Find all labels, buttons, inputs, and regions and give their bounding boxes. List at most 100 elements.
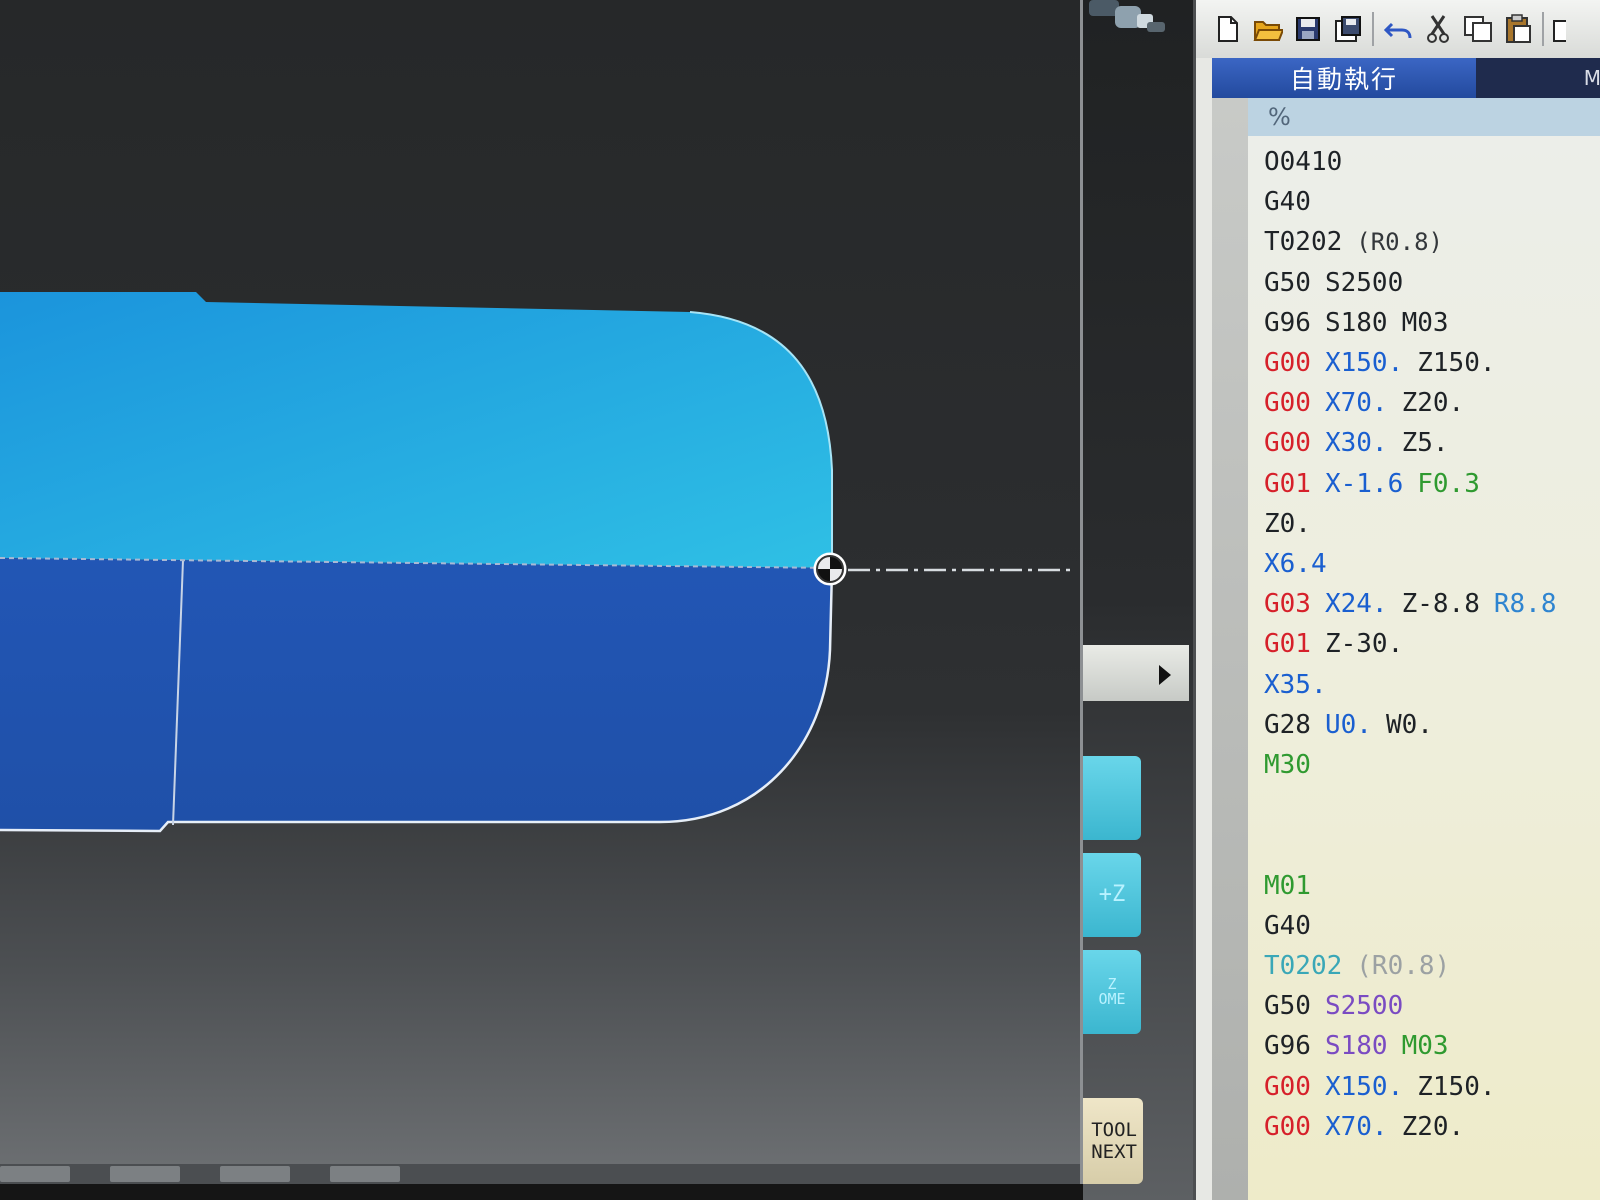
code-token: O0410 (1264, 147, 1343, 177)
code-token: G00 (1264, 1111, 1311, 1142)
code-line[interactable]: G00 X150. Z150. (1248, 343, 1600, 383)
code-line[interactable]: G96 S180 M03 (1248, 303, 1600, 343)
save-as-icon[interactable] (1332, 13, 1364, 45)
code-token: R8.8 (1493, 589, 1557, 620)
code-line[interactable]: G50 S2500 (1248, 986, 1600, 1026)
extra-icon[interactable] (1552, 13, 1566, 45)
code-token: G00 (1264, 388, 1311, 419)
tab-m-label[interactable]: M (1584, 66, 1600, 90)
code-line[interactable]: X6.4 (1248, 544, 1600, 584)
undo-icon[interactable] (1382, 13, 1414, 45)
code-token: X150. (1324, 348, 1404, 378)
code-line[interactable]: G00 X150. Z150. (1248, 1067, 1600, 1107)
code-token: G96 (1264, 1031, 1311, 1062)
tool-next-button[interactable]: TOOL NEXT (1083, 1098, 1143, 1184)
code-token: Z0. (1264, 508, 1311, 539)
tab-auto-run[interactable]: 自動執行 (1212, 58, 1476, 98)
code-line[interactable] (1248, 785, 1600, 825)
z-home-button[interactable]: Z OME (1083, 950, 1141, 1034)
code-line[interactable]: M01 (1248, 866, 1600, 906)
code-line[interactable]: G01 Z-30. (1248, 624, 1600, 664)
copy-icon[interactable] (1462, 13, 1494, 45)
code-token: M30 (1264, 750, 1311, 780)
jog-button[interactable] (1083, 756, 1141, 840)
code-line[interactable]: G03 X24. Z-8.8 R8.8 (1248, 584, 1600, 624)
mode-bar: 自動執行 M (1212, 58, 1600, 98)
code-line[interactable]: G00 X30. Z5. (1248, 423, 1600, 463)
code-token: X6.4 (1264, 549, 1327, 579)
code-token: M01 (1264, 870, 1311, 901)
code-line[interactable]: G40 (1248, 182, 1600, 222)
code-token: G28 (1264, 709, 1311, 740)
line-gutter (1212, 98, 1248, 1200)
spindle-icon (1089, 0, 1165, 32)
strip-tab[interactable] (330, 1166, 400, 1182)
code-token: G00 (1264, 428, 1311, 459)
tool-next-bottom-label: NEXT (1091, 1141, 1137, 1163)
code-line[interactable]: G28 U0. W0. (1248, 705, 1600, 745)
code-line[interactable]: T0202 (R0.8) (1248, 222, 1600, 262)
code-token: X24. (1324, 589, 1388, 620)
code-token: Z150. (1417, 1071, 1496, 1102)
code-line[interactable]: M30 (1248, 745, 1600, 785)
code-token: X30. (1324, 428, 1388, 459)
code-line[interactable]: G00 X70. Z20. (1248, 1107, 1600, 1147)
code-token: G03 (1264, 589, 1311, 620)
code-token: X70. (1324, 388, 1388, 419)
code-line[interactable] (1248, 825, 1600, 865)
z-home-bottom-label: OME (1098, 990, 1126, 1008)
code-token: (R0.8) (1356, 228, 1443, 257)
simulation-viewport[interactable] (0, 0, 1083, 1184)
strip-tab[interactable] (110, 1166, 180, 1182)
program-editor-panel: 自動執行 M % O0410 G40 T0202 (R0.8) G50 S2500 G96 S… (1193, 0, 1600, 1200)
code-line[interactable]: G00 X70. Z20. (1248, 383, 1600, 423)
code-token: G50 (1264, 991, 1311, 1022)
open-folder-icon[interactable] (1252, 13, 1284, 45)
strip-tab[interactable] (220, 1166, 290, 1182)
code-line[interactable]: G50 S2500 (1248, 263, 1600, 303)
paste-icon[interactable] (1502, 13, 1534, 45)
code-token: G00 (1264, 1071, 1311, 1102)
code-token: Z5. (1401, 428, 1449, 459)
code-token: Z-30. (1324, 629, 1404, 660)
code-token: G40 (1264, 910, 1311, 941)
strip-tab[interactable] (0, 1166, 70, 1182)
code-line[interactable]: G40 (1248, 906, 1600, 946)
code-token: S180 (1324, 1031, 1388, 1062)
code-token: M03 (1401, 307, 1449, 338)
cycle-start-bar[interactable] (1083, 645, 1189, 701)
plus-z-label: +Z (1098, 882, 1126, 907)
plus-z-button[interactable]: +Z (1083, 853, 1141, 937)
code-token: F0.3 (1417, 468, 1480, 499)
code-token: Z150. (1417, 348, 1496, 378)
program-start-marker: % (1248, 98, 1600, 136)
code-token: G96 (1264, 307, 1311, 338)
control-button-column: +Z Z OME TOOL NEXT (1083, 0, 1193, 1200)
workpiece-lower-half (0, 558, 832, 831)
code-line[interactable]: X35. (1248, 665, 1600, 705)
code-token: M03 (1401, 1031, 1449, 1062)
code-token: X-1.6 (1324, 468, 1404, 499)
code-token: G01 (1264, 468, 1311, 499)
code-line[interactable]: Z0. (1248, 504, 1600, 544)
cut-icon[interactable] (1422, 13, 1454, 45)
editor-toolbar (1196, 0, 1600, 58)
code-token: G50 (1264, 267, 1311, 298)
code-line[interactable]: G96 S180 M03 (1248, 1026, 1600, 1066)
code-token: S2500 (1324, 267, 1404, 298)
save-icon[interactable] (1292, 13, 1324, 45)
play-arrow-icon[interactable] (1159, 665, 1171, 685)
code-line[interactable]: T0202 (R0.8) (1248, 946, 1600, 986)
code-line[interactable]: O0410 (1248, 142, 1600, 182)
nc-program-code[interactable]: % O0410 G40 T0202 (R0.8) G50 S2500 G96 S180 M03 G… (1248, 98, 1600, 1200)
toolbar-separator (1542, 12, 1544, 46)
code-token: Z-8.8 (1401, 589, 1480, 620)
code-token: G00 (1264, 348, 1311, 378)
code-token: S2500 (1324, 991, 1404, 1022)
new-file-icon[interactable] (1212, 13, 1244, 45)
code-token: X70. (1324, 1111, 1388, 1142)
code-token: Z20. (1401, 388, 1465, 419)
code-token: U0. (1324, 709, 1372, 740)
code-line[interactable]: G01 X-1.6 F0.3 (1248, 464, 1600, 504)
toolbar-separator (1372, 12, 1374, 46)
